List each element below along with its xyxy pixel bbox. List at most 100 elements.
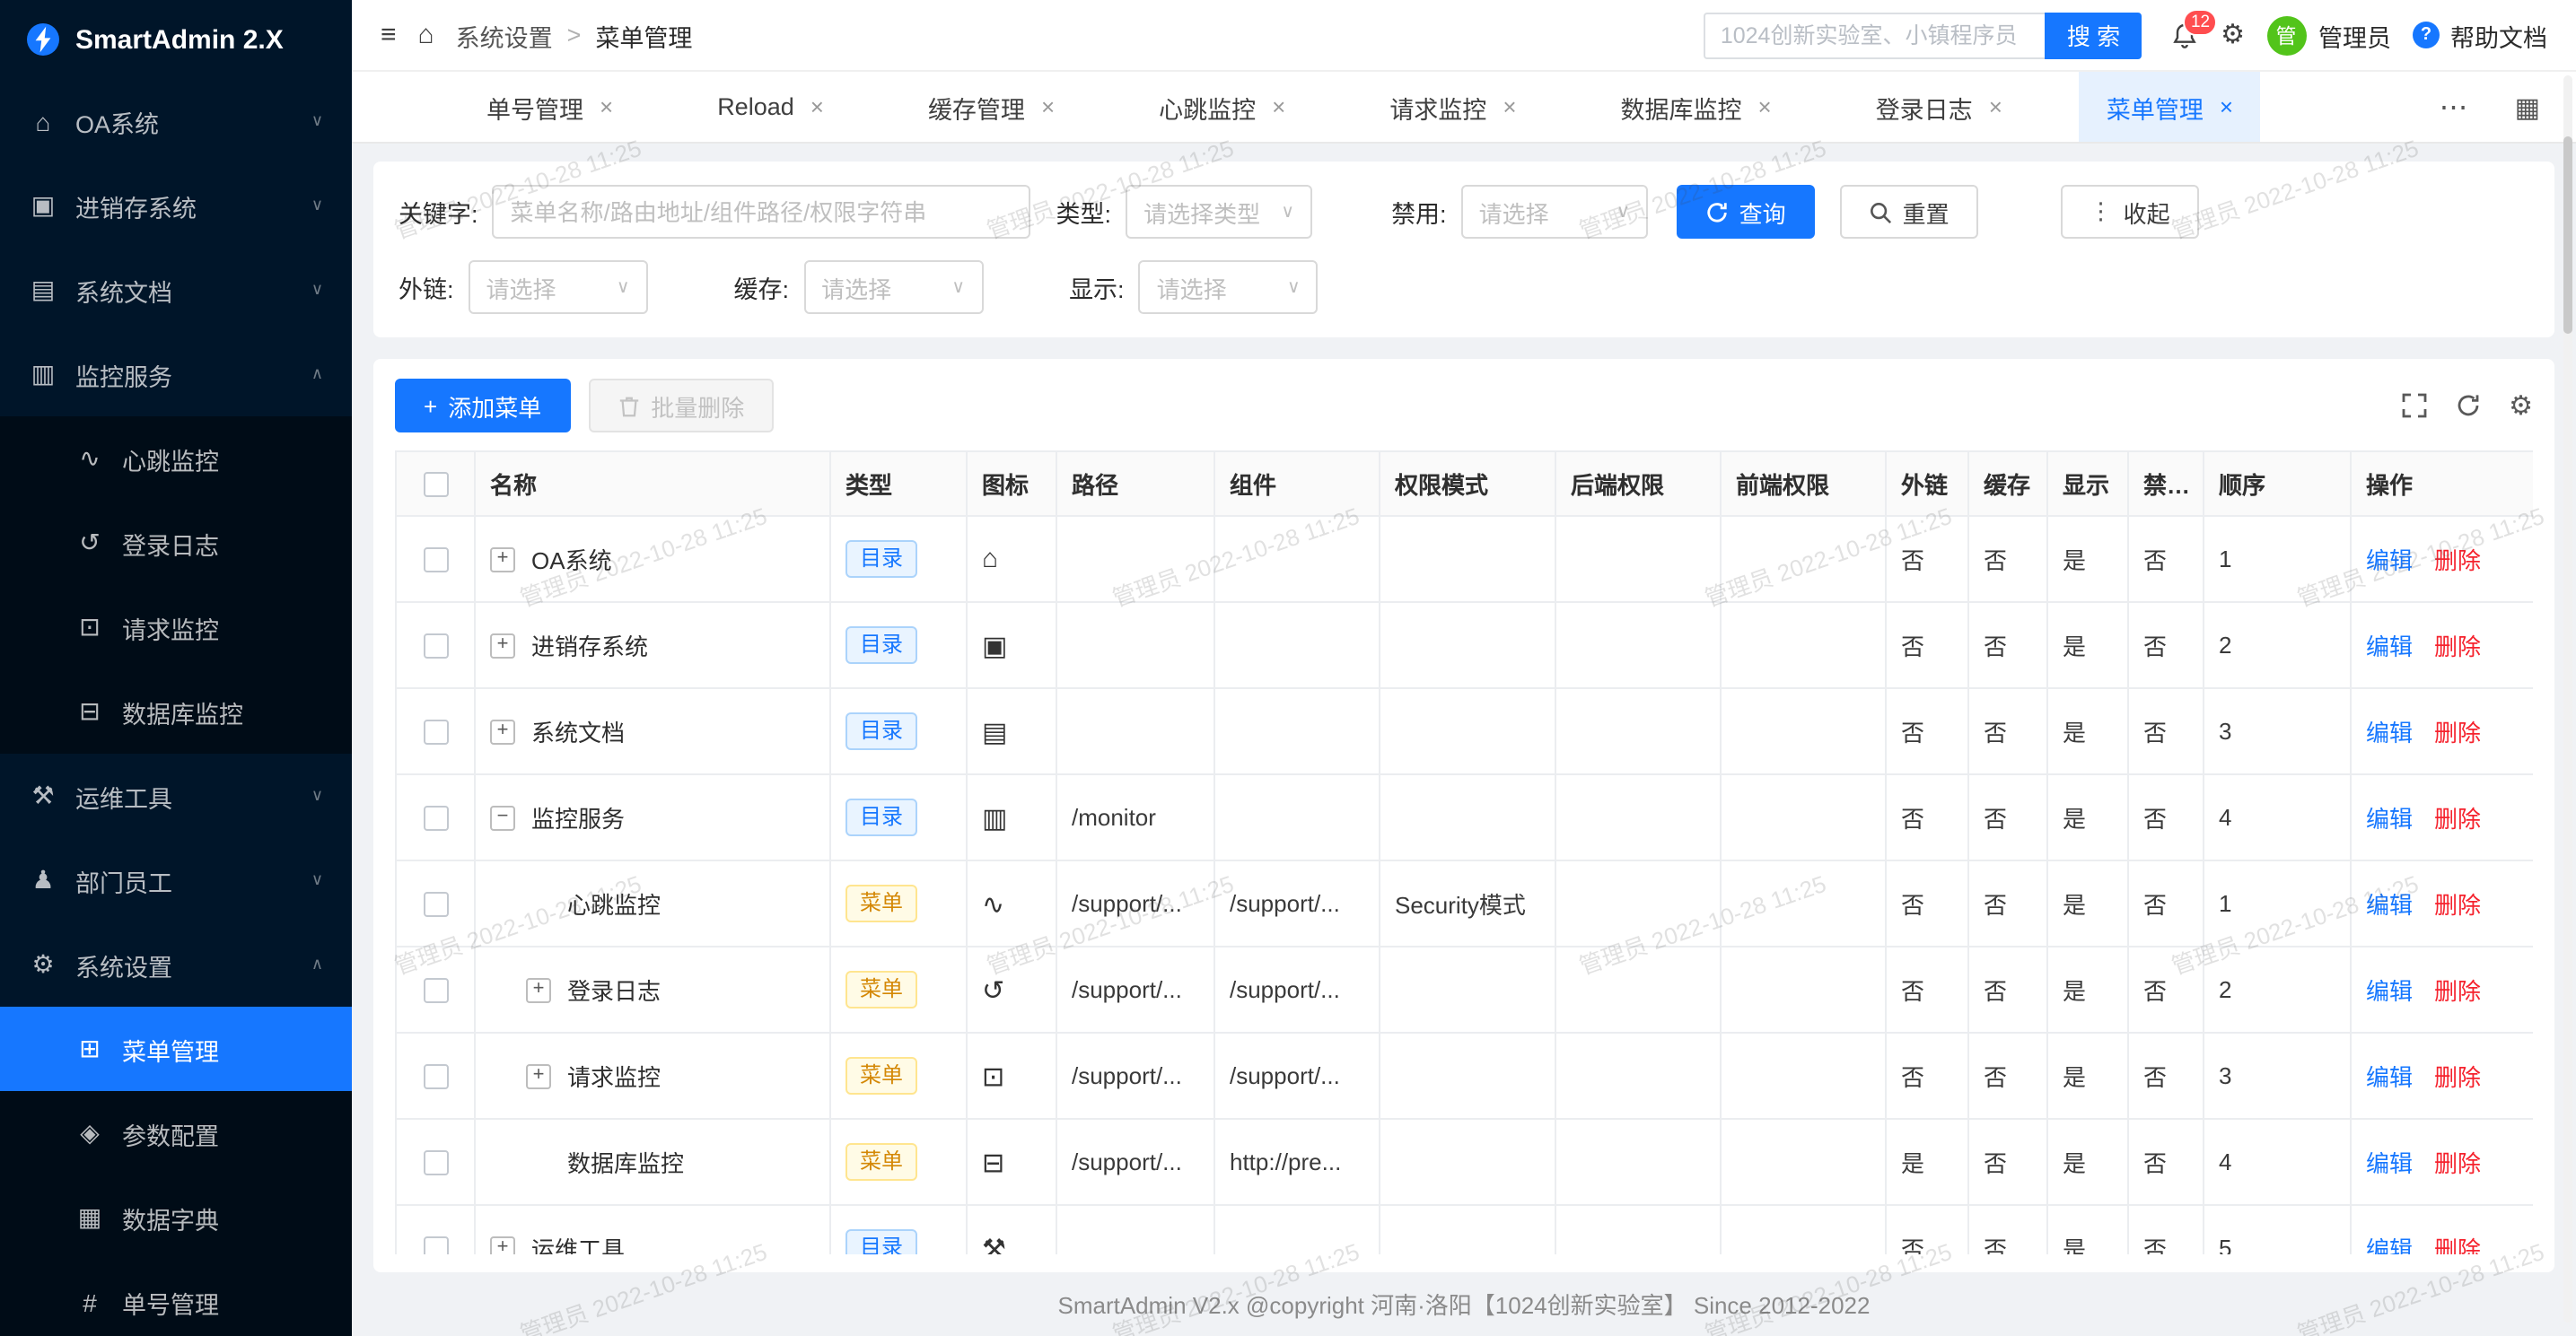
close-icon[interactable]: × [1758, 93, 1772, 120]
name-cell: +数据库监控 [475, 1119, 830, 1205]
delete-link[interactable]: 删除 [2434, 1150, 2481, 1177]
tab-item-6[interactable]: 登录日志× [1849, 72, 2029, 142]
expand-row-toggle[interactable]: + [526, 1063, 551, 1088]
scrollbar[interactable] [2563, 75, 2572, 1322]
user-menu[interactable]: 管 管理员 [2266, 15, 2391, 55]
type-select[interactable]: 请选择类型 ∨ [1126, 185, 1312, 239]
sidebar-item-dict[interactable]: ▦数据字典 [0, 1175, 352, 1260]
close-icon[interactable]: × [600, 93, 613, 120]
sidebar-item-label: 数据库监控 [122, 694, 323, 729]
sidebar-item-monitor[interactable]: ▥监控服务∧ [0, 332, 352, 416]
tab-item-7[interactable]: 菜单管理× [2080, 72, 2260, 142]
expand-row-toggle[interactable]: + [490, 1236, 515, 1253]
edit-link[interactable]: 编辑 [2366, 633, 2413, 660]
edit-link[interactable]: 编辑 [2366, 978, 2413, 1005]
delete-link[interactable]: 删除 [2434, 1236, 2481, 1253]
row-checkbox[interactable] [423, 979, 448, 1004]
edit-link[interactable]: 编辑 [2366, 806, 2413, 833]
sidebar-item-inventory[interactable]: ▣进销存系统∨ [0, 163, 352, 248]
delete-link[interactable]: 删除 [2434, 633, 2481, 660]
perm-mode-cell [1380, 947, 1555, 1033]
row-checkbox[interactable] [423, 1065, 448, 1090]
visible-cell: 是 [2047, 516, 2128, 602]
settings-gear-icon[interactable]: ⚙ [2221, 22, 2245, 48]
delete-link[interactable]: 删除 [2434, 806, 2481, 833]
edit-link[interactable]: 编辑 [2366, 1150, 2413, 1177]
breadcrumb-parent[interactable]: 系统设置 [456, 17, 553, 53]
row-checkbox[interactable] [423, 720, 448, 746]
chevron-down-icon: ∨ [617, 277, 630, 297]
scrollbar-thumb[interactable] [2563, 136, 2572, 334]
fullscreen-icon[interactable] [2401, 393, 2426, 418]
edit-link[interactable]: 编辑 [2366, 892, 2413, 919]
home-icon[interactable]: ⌂ [418, 22, 434, 48]
query-button[interactable]: 查询 [1677, 185, 1815, 239]
delete-link[interactable]: 删除 [2434, 892, 2481, 919]
edit-link[interactable]: 编辑 [2366, 1236, 2413, 1253]
close-icon[interactable]: × [2220, 93, 2233, 120]
tab-item-1[interactable]: Reload× [690, 72, 851, 142]
close-icon[interactable]: × [1272, 93, 1285, 120]
column-settings-gear-icon[interactable]: ⚙ [2509, 389, 2533, 422]
keyword-input[interactable] [493, 185, 1031, 239]
batch-delete-button[interactable]: 批量删除 [588, 379, 773, 432]
row-checkbox[interactable] [423, 807, 448, 832]
sidebar-item-settings[interactable]: ⚙系统设置∧ [0, 922, 352, 1007]
cache-select[interactable]: 请选择 ∨ [803, 260, 983, 314]
refresh-icon[interactable] [2455, 393, 2480, 418]
global-search-input[interactable] [1704, 12, 2046, 58]
delete-link[interactable]: 删除 [2434, 1064, 2481, 1091]
column-header: 图标 [967, 451, 1056, 516]
sidebar-item-request-monitor[interactable]: ⊡请求监控 [0, 585, 352, 669]
tab-more-icon[interactable]: ⋯ [2440, 89, 2468, 125]
sidebar-item-oa[interactable]: ⌂OA系统∨ [0, 79, 352, 163]
tab-item-4[interactable]: 请求监控× [1362, 72, 1543, 142]
tab-item-0[interactable]: 单号管理× [460, 72, 640, 142]
close-icon[interactable]: × [1989, 93, 2002, 120]
sidebar-item-login-log[interactable]: ↺登录日志 [0, 501, 352, 585]
edit-link[interactable]: 编辑 [2366, 1064, 2413, 1091]
add-menu-button[interactable]: + 添加菜单 [395, 379, 570, 432]
expand-row-toggle[interactable]: + [490, 719, 515, 744]
ops-tools-icon: ⚒ [29, 781, 57, 811]
tab-item-2[interactable]: 缓存管理× [901, 72, 1082, 142]
external-select[interactable]: 请选择 ∨ [469, 260, 648, 314]
collapse-filter-button[interactable]: ⋮ 收起 [2061, 185, 2199, 239]
sidebar-item-db-monitor[interactable]: ⊟数据库监控 [0, 669, 352, 754]
delete-link[interactable]: 删除 [2434, 547, 2481, 574]
sidebar-item-heartbeat[interactable]: ∿心跳监控 [0, 416, 352, 501]
close-icon[interactable]: × [1041, 93, 1055, 120]
collapse-row-toggle[interactable]: − [490, 805, 515, 830]
row-checkbox[interactable] [423, 634, 448, 659]
close-icon[interactable]: × [1503, 93, 1516, 120]
row-checkbox[interactable] [423, 893, 448, 918]
edit-link[interactable]: 编辑 [2366, 547, 2413, 574]
notification-bell-icon[interactable]: 12 [2170, 21, 2199, 49]
sidebar-item-docs[interactable]: ▤系统文档∨ [0, 248, 352, 332]
expand-row-toggle[interactable]: + [490, 633, 515, 658]
row-checkbox[interactable] [423, 1237, 448, 1253]
disabled-select[interactable]: 请选择 ∨ [1461, 185, 1648, 239]
expand-row-toggle[interactable]: + [526, 977, 551, 1002]
sidebar-item-order-no[interactable]: #单号管理 [0, 1260, 352, 1336]
tab-item-5[interactable]: 数据库监控× [1594, 72, 1799, 142]
tab-item-3[interactable]: 心跳监控× [1132, 72, 1312, 142]
sidebar-item-ops-tools[interactable]: ⚒运维工具∨ [0, 754, 352, 838]
reset-button[interactable]: 重置 [1840, 185, 1978, 239]
visible-select[interactable]: 请选择 ∨ [1139, 260, 1319, 314]
sidebar-item-params[interactable]: ◈参数配置 [0, 1091, 352, 1175]
row-checkbox[interactable] [423, 1151, 448, 1176]
select-all-checkbox[interactable] [423, 473, 448, 498]
sidebar-item-employees[interactable]: ♟部门员工∨ [0, 838, 352, 922]
tab-grid-icon[interactable]: ▦ [2515, 91, 2540, 123]
edit-link[interactable]: 编辑 [2366, 720, 2413, 747]
row-checkbox[interactable] [423, 548, 448, 573]
close-icon[interactable]: × [810, 93, 824, 120]
delete-link[interactable]: 删除 [2434, 720, 2481, 747]
delete-link[interactable]: 删除 [2434, 978, 2481, 1005]
expand-row-toggle[interactable]: + [490, 546, 515, 572]
sidebar-item-menu-manage[interactable]: ⊞菜单管理 [0, 1007, 352, 1091]
help-link[interactable]: ? 帮助文档 [2413, 17, 2547, 53]
menu-fold-icon[interactable]: ≡ [381, 22, 397, 48]
global-search-button[interactable]: 搜 索 [2046, 12, 2142, 58]
